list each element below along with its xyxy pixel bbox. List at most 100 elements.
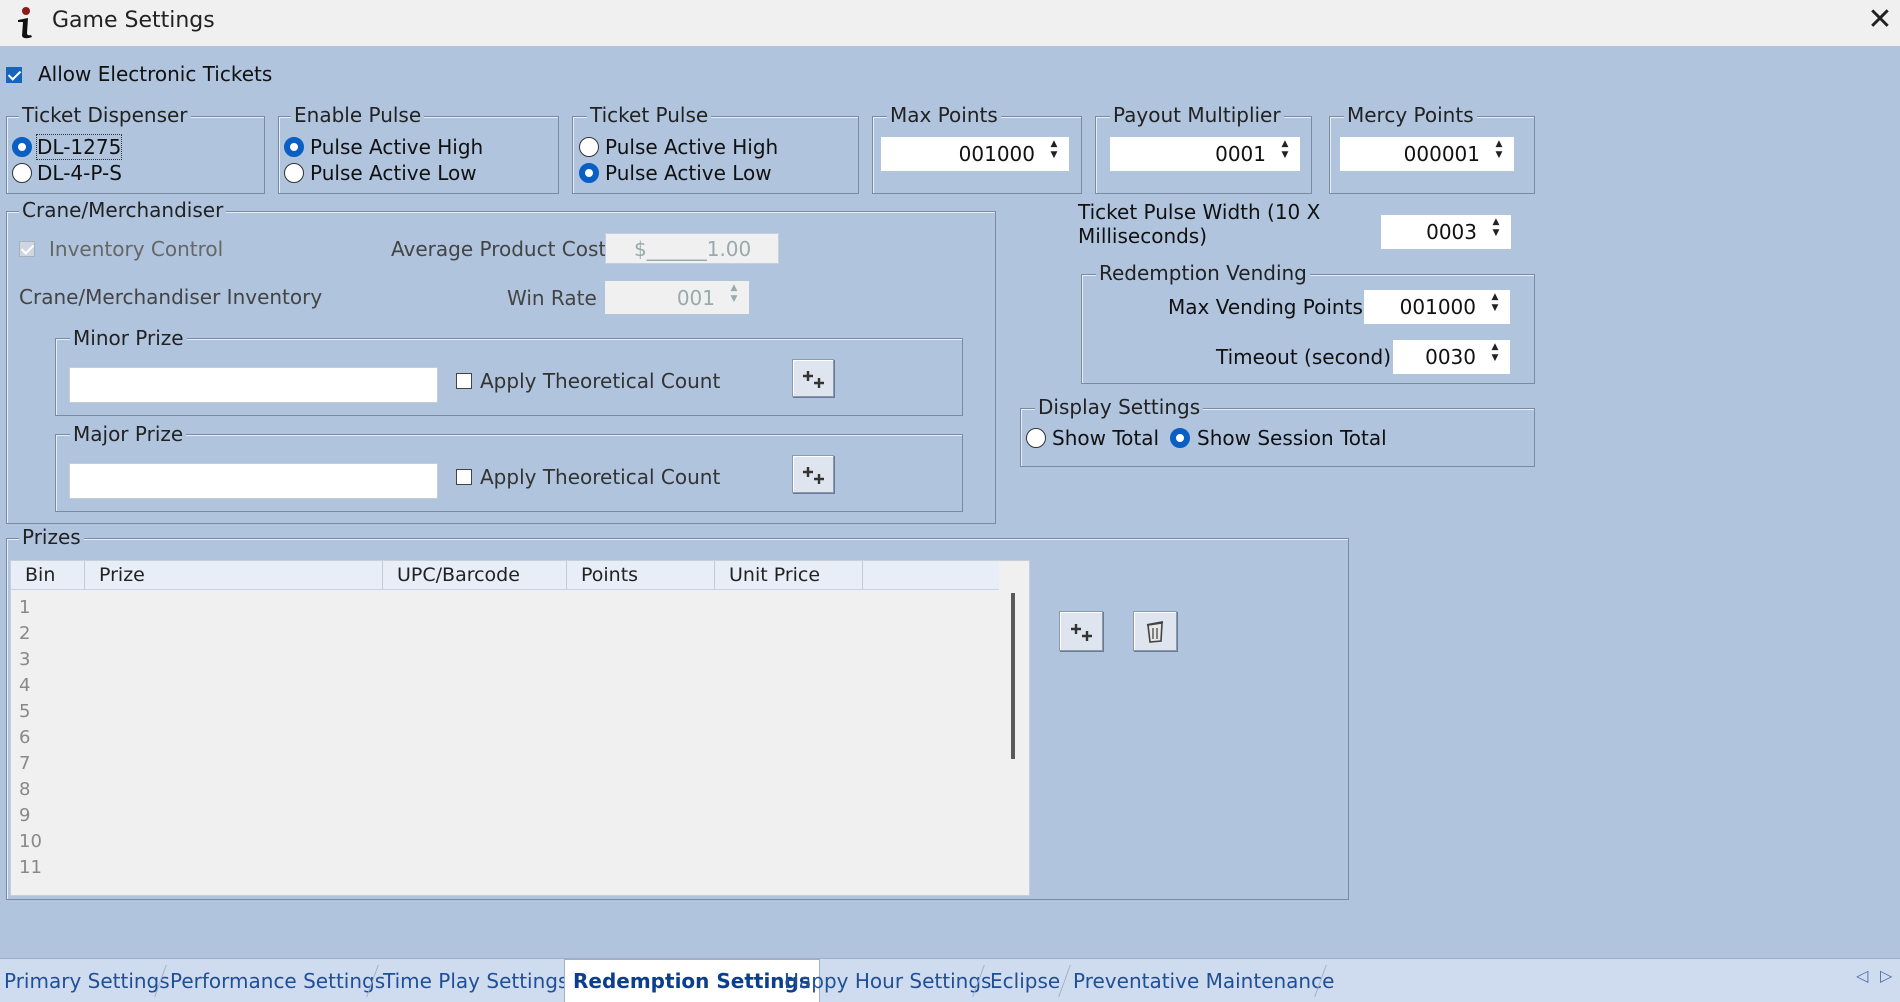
enable-pulse-low-radio[interactable] — [284, 163, 304, 183]
enable-pulse-low-label: Pulse Active Low — [310, 161, 477, 185]
show-session-total-label: Show Session Total — [1197, 426, 1387, 450]
crane-inventory-label: Crane/Merchandiser Inventory — [19, 285, 323, 309]
payout-multiplier-value: 0001 — [1215, 142, 1266, 166]
spinner-arrows-icon[interactable]: ▲ ▼ — [1488, 342, 1502, 364]
tab-performance-settings[interactable]: Performance Settings — [168, 963, 387, 999]
payout-multiplier-group: Payout Multiplier 0001 ▲ ▼ — [1095, 104, 1312, 194]
tab-eclipse[interactable]: Eclipse — [988, 963, 1062, 999]
mercy-points-value: 000001 — [1403, 142, 1480, 166]
prizes-table-header: Bin Prize UPC/Barcode Points Unit Price — [11, 561, 999, 590]
minor-apply-theoretical-checkbox[interactable] — [456, 373, 472, 389]
inventory-control-checkbox[interactable] — [19, 241, 35, 257]
column-header-prize[interactable]: Prize — [85, 561, 383, 589]
show-session-total-radio[interactable] — [1170, 428, 1190, 448]
max-points-legend: Max Points — [887, 104, 1001, 126]
payout-multiplier-legend: Payout Multiplier — [1110, 104, 1284, 126]
redemption-vending-legend: Redemption Vending — [1096, 262, 1310, 284]
prizes-table-scrollbar[interactable] — [1011, 593, 1015, 759]
table-row[interactable]: 2 — [19, 623, 30, 644]
ticket-pulse-high-radio[interactable] — [579, 137, 599, 157]
dl-4-p-s-label: DL-4-P-S — [37, 161, 122, 185]
major-prize-input[interactable] — [69, 463, 438, 499]
win-rate-value: 001 — [676, 285, 715, 310]
major-apply-theoretical-checkbox[interactable] — [456, 469, 472, 485]
timeout-spinner[interactable]: 0030 ▲ ▼ — [1393, 340, 1510, 374]
tab-time-play-settings[interactable]: Time Play Settings — [381, 963, 570, 999]
spinner-arrows-icon[interactable]: ▲ ▼ — [1278, 139, 1292, 161]
minor-prize-input[interactable] — [69, 367, 438, 403]
column-header-unit-price[interactable]: Unit Price — [715, 561, 863, 589]
delete-prize-button[interactable] — [1133, 611, 1177, 651]
enable-pulse-group: Enable Pulse Pulse Active High Pulse Act… — [278, 104, 559, 194]
mercy-points-spinner[interactable]: 000001 ▲ ▼ — [1340, 137, 1514, 171]
tab-preventative-maintenance[interactable]: Preventative Maintenance — [1071, 963, 1336, 999]
timeout-value: 0030 — [1425, 345, 1476, 369]
win-rate-label: Win Rate — [507, 286, 597, 310]
max-points-spinner[interactable]: 001000 ▲ ▼ — [881, 137, 1069, 171]
allow-electronic-tickets-checkbox[interactable] — [6, 67, 22, 83]
major-apply-theoretical-label: Apply Theoretical Count — [480, 465, 721, 489]
mercy-points-legend: Mercy Points — [1344, 104, 1477, 126]
spinner-arrows-icon[interactable]: ▲ ▼ — [1489, 217, 1503, 239]
table-row[interactable]: 5 — [19, 701, 30, 722]
table-row[interactable]: 7 — [19, 753, 30, 774]
tab-happy-hour-settings[interactable]: Happy Hour Settings — [782, 963, 993, 999]
average-product-cost-label: Average Product Cost — [391, 237, 607, 261]
spinner-arrows-icon[interactable]: ▲ ▼ — [1047, 139, 1061, 161]
minor-add-button[interactable] — [792, 359, 834, 397]
ticket-pulse-low-radio[interactable] — [579, 163, 599, 183]
enable-pulse-legend: Enable Pulse — [291, 104, 425, 126]
tab-scroll-right-icon[interactable]: ▷ — [1880, 966, 1892, 985]
inventory-control-label: Inventory Control — [49, 237, 224, 261]
timeout-label: Timeout (second) — [1216, 345, 1391, 369]
tab-scroll-left-icon[interactable]: ◁ — [1856, 966, 1868, 985]
ticket-pulse-legend: Ticket Pulse — [587, 104, 712, 126]
minor-prize-group: Minor Prize Apply Theoretical Count — [55, 327, 963, 416]
close-icon: ✕ — [1867, 2, 1893, 37]
win-rate-spinner[interactable]: 001 ▲ ▼ — [605, 281, 749, 314]
column-header-points[interactable]: Points — [567, 561, 715, 589]
ticket-pulse-width-label-1: Ticket Pulse Width (10 X — [1078, 200, 1321, 224]
spinner-arrows-icon[interactable]: ▲ ▼ — [1488, 292, 1502, 314]
show-total-label: Show Total — [1052, 426, 1160, 450]
ticket-pulse-width-spinner[interactable]: 0003 ▲ ▼ — [1381, 215, 1511, 249]
dl-4-p-s-radio[interactable] — [12, 163, 32, 183]
max-vending-points-spinner[interactable]: 001000 ▲ ▼ — [1364, 290, 1510, 324]
table-row[interactable]: 3 — [19, 649, 30, 670]
ticket-pulse-low-label: Pulse Active Low — [605, 161, 772, 185]
dl-1275-radio[interactable] — [12, 137, 32, 157]
tab-primary-settings[interactable]: Primary Settings — [2, 963, 172, 999]
max-points-value: 001000 — [958, 142, 1035, 166]
spinner-arrows-icon[interactable]: ▲ ▼ — [727, 283, 741, 305]
display-settings-group: Display Settings Show Total Show Session… — [1020, 396, 1535, 467]
table-row[interactable]: 11 — [19, 857, 42, 878]
column-header-bin[interactable]: Bin — [11, 561, 85, 589]
prizes-table[interactable]: Bin Prize UPC/Barcode Points Unit Price … — [10, 560, 1030, 896]
redemption-vending-group: Redemption Vending Max Vending Points 00… — [1081, 262, 1535, 384]
spinner-arrows-icon[interactable]: ▲ ▼ — [1492, 139, 1506, 161]
max-points-group: Max Points 001000 ▲ ▼ — [872, 104, 1082, 194]
table-row[interactable]: 9 — [19, 805, 30, 826]
major-prize-legend: Major Prize — [70, 423, 187, 445]
table-row[interactable]: 6 — [19, 727, 30, 748]
major-prize-group: Major Prize Apply Theoretical Count — [55, 423, 963, 512]
crane-merchandiser-group: Crane/Merchandiser Inventory Control Ave… — [6, 199, 996, 524]
minor-prize-legend: Minor Prize — [70, 327, 187, 349]
max-vending-points-label: Max Vending Points — [1168, 295, 1363, 319]
ticket-pulse-group: Ticket Pulse Pulse Active High Pulse Act… — [572, 104, 859, 194]
table-row[interactable]: 10 — [19, 831, 42, 852]
payout-multiplier-spinner[interactable]: 0001 ▲ ▼ — [1110, 137, 1300, 171]
table-row[interactable]: 1 — [19, 597, 30, 618]
close-button[interactable]: ✕ — [1862, 2, 1898, 38]
crane-merchandiser-legend: Crane/Merchandiser — [19, 199, 227, 221]
show-total-radio[interactable] — [1026, 428, 1046, 448]
allow-electronic-tickets-label: Allow Electronic Tickets — [38, 62, 273, 86]
table-row[interactable]: 4 — [19, 675, 30, 696]
add-prize-button[interactable] — [1059, 611, 1103, 651]
column-header-upc[interactable]: UPC/Barcode — [383, 561, 567, 589]
trash-icon — [1146, 621, 1164, 643]
table-row[interactable]: 8 — [19, 779, 30, 800]
major-add-button[interactable] — [792, 455, 834, 493]
average-product-cost-field[interactable]: $______1.00 — [605, 233, 779, 264]
enable-pulse-high-radio[interactable] — [284, 137, 304, 157]
